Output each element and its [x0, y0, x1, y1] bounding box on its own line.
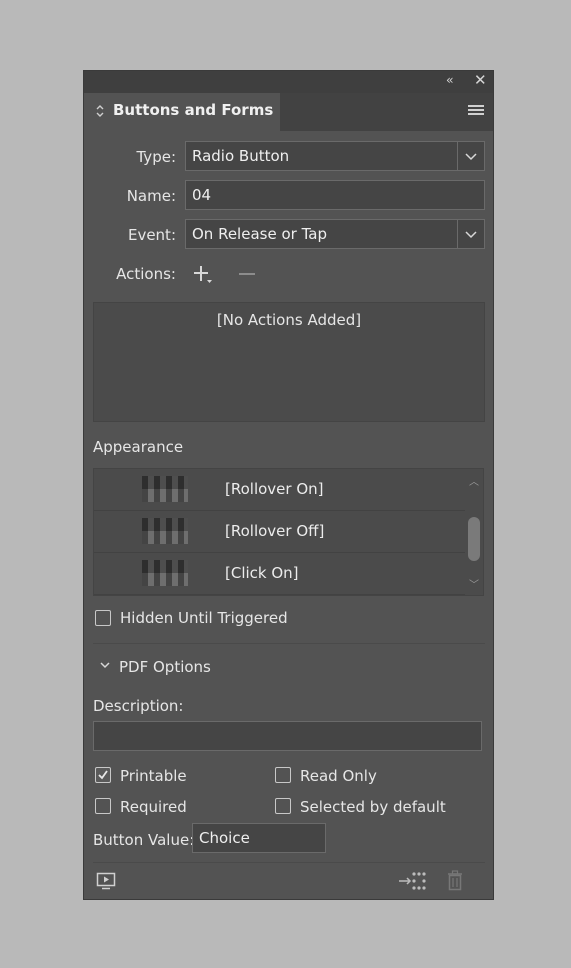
required-checkbox[interactable]	[95, 798, 111, 814]
buttons-and-forms-panel: ‹‹ ✕ Buttons and Forms Type: Radio Butto…	[83, 70, 494, 900]
appearance-label-click-on: [Click On]	[225, 564, 299, 582]
appearance-label: Appearance	[93, 438, 184, 456]
description-label: Description:	[93, 697, 184, 715]
minus-icon[interactable]	[237, 264, 257, 284]
selected-by-default-label: Selected by default	[300, 798, 446, 816]
panel-title-strip: ‹‹ ✕	[84, 71, 493, 93]
appearance-row-rollover-on[interactable]: [Rollover On]	[94, 469, 483, 511]
panel-title: Buttons and Forms	[113, 101, 274, 119]
appearance-list[interactable]: [Rollover On] [Rollover Off] [Click On] …	[93, 468, 484, 596]
name-value: 04	[192, 186, 212, 204]
scroll-up-icon[interactable]: ︿	[469, 473, 479, 488]
hamburger-menu-icon[interactable]	[468, 105, 484, 118]
appearance-label-rollover-off: [Rollover Off]	[225, 522, 325, 540]
event-label: Event:	[127, 226, 176, 244]
plus-icon[interactable]	[192, 264, 214, 286]
event-dropdown[interactable]: On Release or Tap	[185, 219, 485, 249]
close-icon[interactable]: ✕	[474, 71, 487, 89]
chevron-down-icon[interactable]	[464, 229, 478, 239]
actions-list[interactable]: [No Actions Added]	[93, 302, 485, 422]
name-field[interactable]: 04	[185, 180, 485, 210]
no-actions-text: [No Actions Added]	[216, 311, 362, 329]
actions-label: Actions:	[116, 265, 176, 283]
type-value: Radio Button	[192, 147, 290, 165]
type-dropdown[interactable]: Radio Button	[185, 141, 485, 171]
pdf-options-toggle[interactable]: PDF Options	[119, 658, 211, 676]
required-label: Required	[120, 798, 187, 816]
button-value-label: Button Value:	[93, 831, 195, 849]
description-field[interactable]	[93, 721, 482, 751]
appearance-thumbnail	[142, 476, 188, 502]
appearance-label-rollover-on: [Rollover On]	[225, 480, 324, 498]
selected-by-default-checkbox[interactable]	[275, 798, 291, 814]
trash-icon[interactable]	[446, 870, 464, 892]
appearance-row-rollover-off[interactable]: [Rollover Off]	[94, 511, 483, 553]
button-value-field[interactable]: Choice	[192, 823, 326, 853]
appearance-thumbnail	[142, 560, 188, 586]
convert-object-icon[interactable]	[398, 871, 426, 891]
appearance-thumbnail	[142, 518, 188, 544]
hidden-until-triggered-checkbox[interactable]	[95, 610, 111, 626]
preview-icon[interactable]	[96, 871, 116, 891]
scroll-down-icon[interactable]: ﹀	[469, 576, 479, 591]
chevron-down-icon[interactable]	[99, 660, 111, 670]
printable-label: Printable	[120, 767, 187, 785]
type-label: Type:	[136, 148, 176, 166]
double-chevron-left-icon[interactable]: ‹‹	[446, 73, 453, 87]
footer-divider	[93, 862, 485, 863]
panel-tab-bar: Buttons and Forms	[84, 93, 493, 131]
button-value: Choice	[199, 829, 250, 847]
section-divider	[93, 643, 485, 644]
event-value: On Release or Tap	[192, 225, 327, 243]
printable-checkbox[interactable]	[95, 767, 111, 783]
tab-buttons-and-forms[interactable]: Buttons and Forms	[84, 93, 280, 131]
scroll-thumb[interactable]	[468, 517, 480, 561]
checkmark-icon	[98, 770, 108, 780]
appearance-scrollbar[interactable]: ︿ ﹀	[465, 469, 483, 595]
read-only-label: Read Only	[300, 767, 377, 785]
hidden-until-triggered-label: Hidden Until Triggered	[120, 609, 288, 627]
chevron-down-icon[interactable]	[464, 151, 478, 161]
name-label: Name:	[126, 187, 176, 205]
updown-arrows-icon[interactable]	[96, 103, 104, 119]
appearance-row-click-on[interactable]: [Click On]	[94, 553, 483, 595]
read-only-checkbox[interactable]	[275, 767, 291, 783]
